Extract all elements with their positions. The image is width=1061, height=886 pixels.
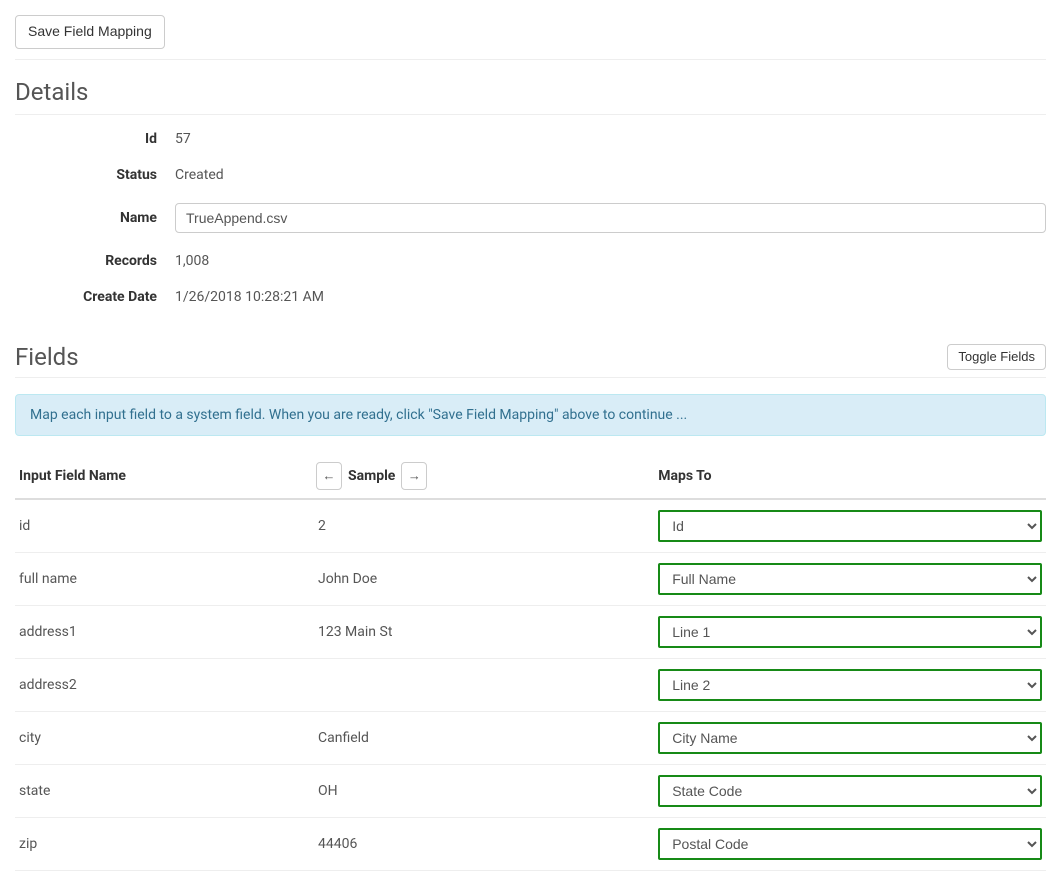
table-row: address2 Line 2 [15,658,1046,711]
divider [15,59,1046,60]
table-row: address1123 Main StLine 1 [15,605,1046,658]
fields-table: Input Field Name ← Sample → Maps To id2I… [15,454,1046,871]
sample-header-label: Sample [346,468,397,484]
table-row: id2Id [15,499,1046,553]
label-name: Name [15,210,175,226]
sample-prev-button[interactable]: ← [316,462,342,490]
input-field-name-cell: address1 [15,605,314,658]
value-id: 57 [175,131,1046,147]
label-status: Status [15,167,175,183]
input-field-name-cell: city [15,711,314,764]
details-grid: Id 57 Status Created Name Records 1,008 … [15,121,1046,315]
col-header-sample: ← Sample → [314,454,654,499]
details-heading: Details [15,78,1046,115]
mapsto-select[interactable]: City Name [658,722,1042,754]
value-status: Created [175,167,1046,183]
mapsto-select[interactable]: Line 1 [658,616,1042,648]
toggle-fields-button[interactable]: Toggle Fields [947,344,1046,370]
divider [15,377,1046,378]
mapsto-select[interactable]: Full Name [658,563,1042,595]
col-header-mapsto: Maps To [654,454,1046,499]
table-row: stateOHState Code [15,764,1046,817]
value-create-date: 1/26/2018 10:28:21 AM [175,289,1046,305]
input-field-name-cell: id [15,499,314,553]
mapsto-select[interactable]: State Code [658,775,1042,807]
label-records: Records [15,253,175,269]
name-input[interactable] [175,203,1046,233]
sample-cell [314,658,654,711]
sample-cell: 123 Main St [314,605,654,658]
sample-next-button[interactable]: → [401,462,427,490]
save-field-mapping-button[interactable]: Save Field Mapping [15,15,165,49]
sample-cell: 2 [314,499,654,553]
sample-cell: Canfield [314,711,654,764]
fields-heading: Fields [15,343,947,371]
table-row: full nameJohn DoeFull Name [15,552,1046,605]
info-alert: Map each input field to a system field. … [15,394,1046,436]
value-records: 1,008 [175,253,1046,269]
label-create-date: Create Date [15,289,175,305]
table-row: cityCanfieldCity Name [15,711,1046,764]
input-field-name-cell: full name [15,552,314,605]
sample-cell: OH [314,764,654,817]
input-field-name-cell: state [15,764,314,817]
col-header-input: Input Field Name [15,454,314,499]
label-id: Id [15,131,175,147]
mapsto-select[interactable]: Id [658,510,1042,542]
mapsto-select[interactable]: Line 2 [658,669,1042,701]
sample-cell: John Doe [314,552,654,605]
input-field-name-cell: address2 [15,658,314,711]
